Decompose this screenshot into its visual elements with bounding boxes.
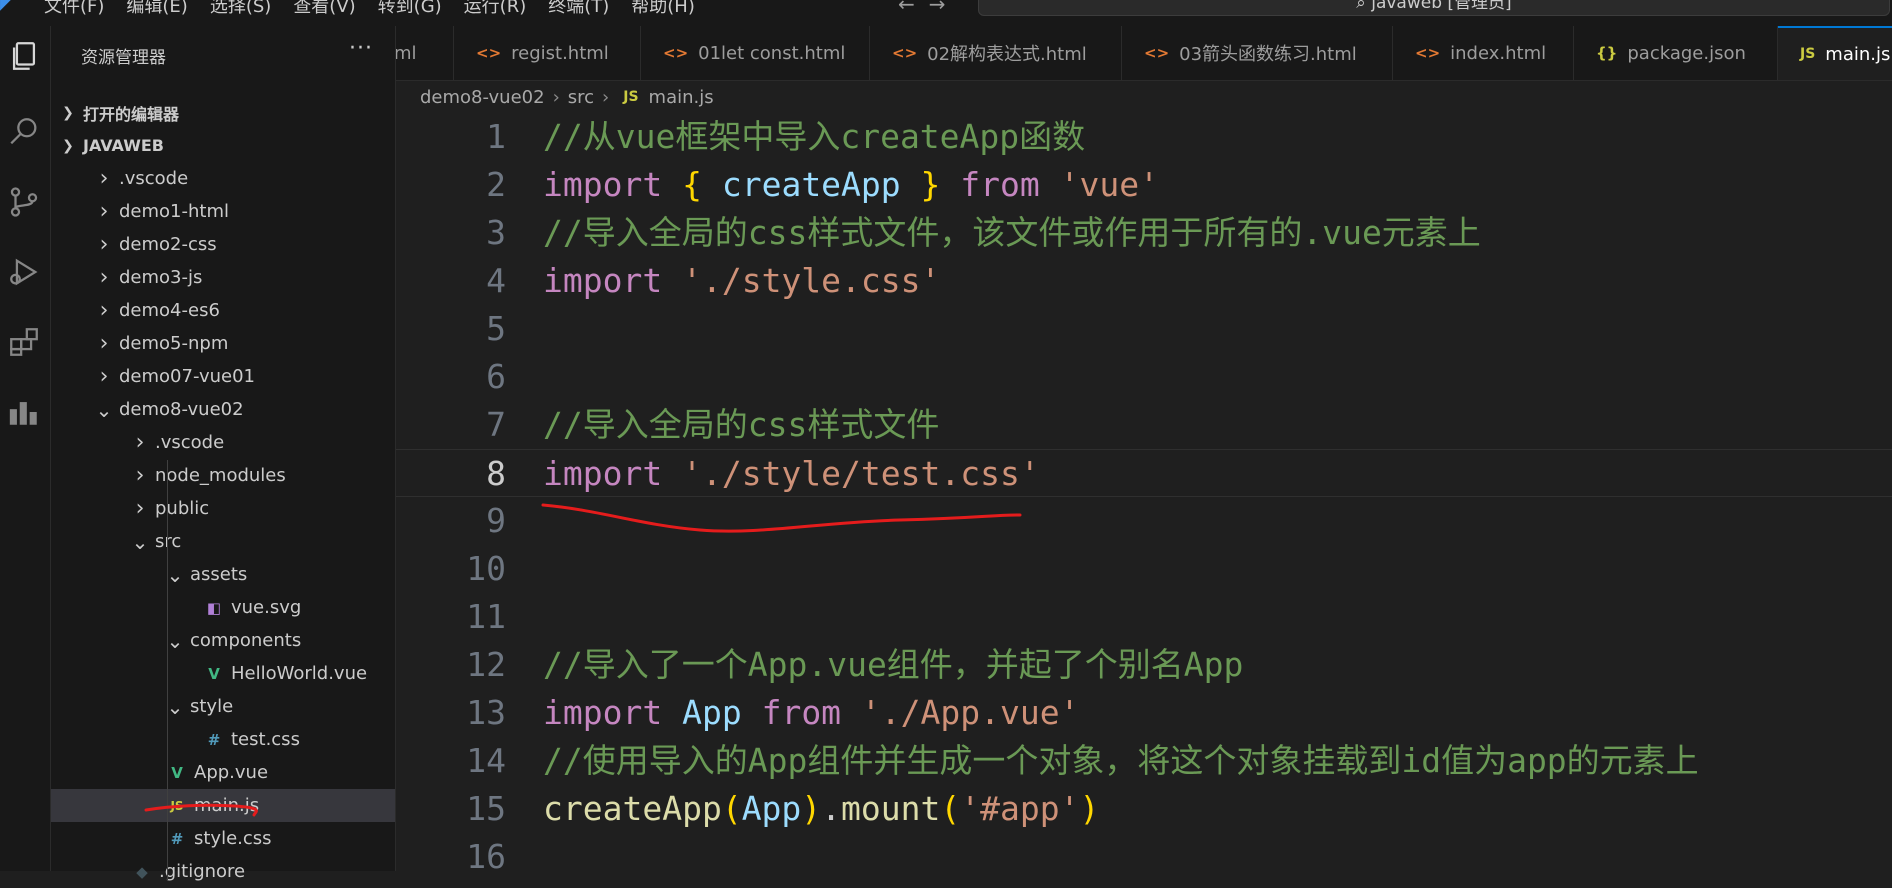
red-underline-main-js [144,803,258,817]
red-underline-import [541,503,1022,533]
red-underline-annotations [144,503,1022,817]
